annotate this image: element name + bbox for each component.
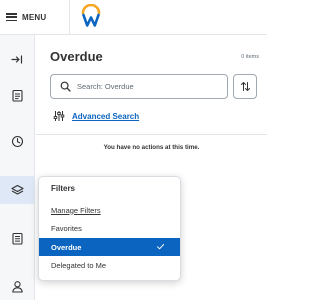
advanced-search-link[interactable]: Advanced Search	[53, 109, 139, 123]
empty-state-message: You have no actions at this time.	[103, 144, 200, 151]
checkmark-icon	[157, 243, 165, 250]
items-count: 0 items	[241, 54, 259, 60]
rail-item-documents[interactable]	[0, 224, 35, 252]
top-bar: MENU	[0, 0, 267, 35]
workday-logo[interactable]	[80, 4, 102, 28]
rail-collapse-button[interactable]	[0, 45, 35, 73]
filter-option-favorites[interactable]: Favorites	[39, 219, 180, 237]
filter-option-delegated[interactable]: Delegated to Me	[39, 256, 180, 274]
manage-filters-link[interactable]: Manage Filters	[39, 201, 180, 219]
topbar-divider	[69, 0, 70, 35]
filter-option-label: Favorites	[51, 223, 82, 233]
rail-item-tasks[interactable]	[0, 81, 35, 109]
clock-icon	[11, 135, 24, 147]
filter-option-overdue[interactable]: Overdue	[39, 238, 180, 256]
content-divider	[36, 134, 267, 135]
sliders-icon	[53, 111, 65, 121]
document-icon	[12, 232, 23, 245]
layers-icon	[11, 184, 24, 195]
hamburger-icon	[6, 13, 17, 21]
rail-item-filters[interactable]	[0, 176, 35, 204]
filter-option-label: Overdue	[51, 242, 82, 252]
collapse-arrow-icon	[11, 54, 23, 64]
filters-popup: Filters Manage Filters Favorites Overdue…	[38, 176, 181, 281]
filters-title: Filters	[51, 184, 76, 193]
sort-button[interactable]	[233, 74, 257, 99]
menu-label: MENU	[22, 12, 47, 22]
clipboard-icon	[12, 89, 23, 102]
search-input[interactable]	[77, 79, 222, 94]
sort-arrows-icon	[240, 82, 250, 91]
rail-item-profile[interactable]	[0, 272, 35, 300]
person-icon	[12, 280, 23, 293]
search-icon	[60, 81, 71, 92]
rail-item-history[interactable]	[0, 127, 35, 155]
page-title: Overdue	[50, 49, 103, 64]
menu-button[interactable]: MENU	[6, 8, 46, 26]
search-box[interactable]	[50, 74, 228, 99]
advanced-search-label: Advanced Search	[72, 111, 140, 121]
left-rail	[0, 35, 35, 300]
filter-option-label: Delegated to Me	[51, 260, 107, 270]
